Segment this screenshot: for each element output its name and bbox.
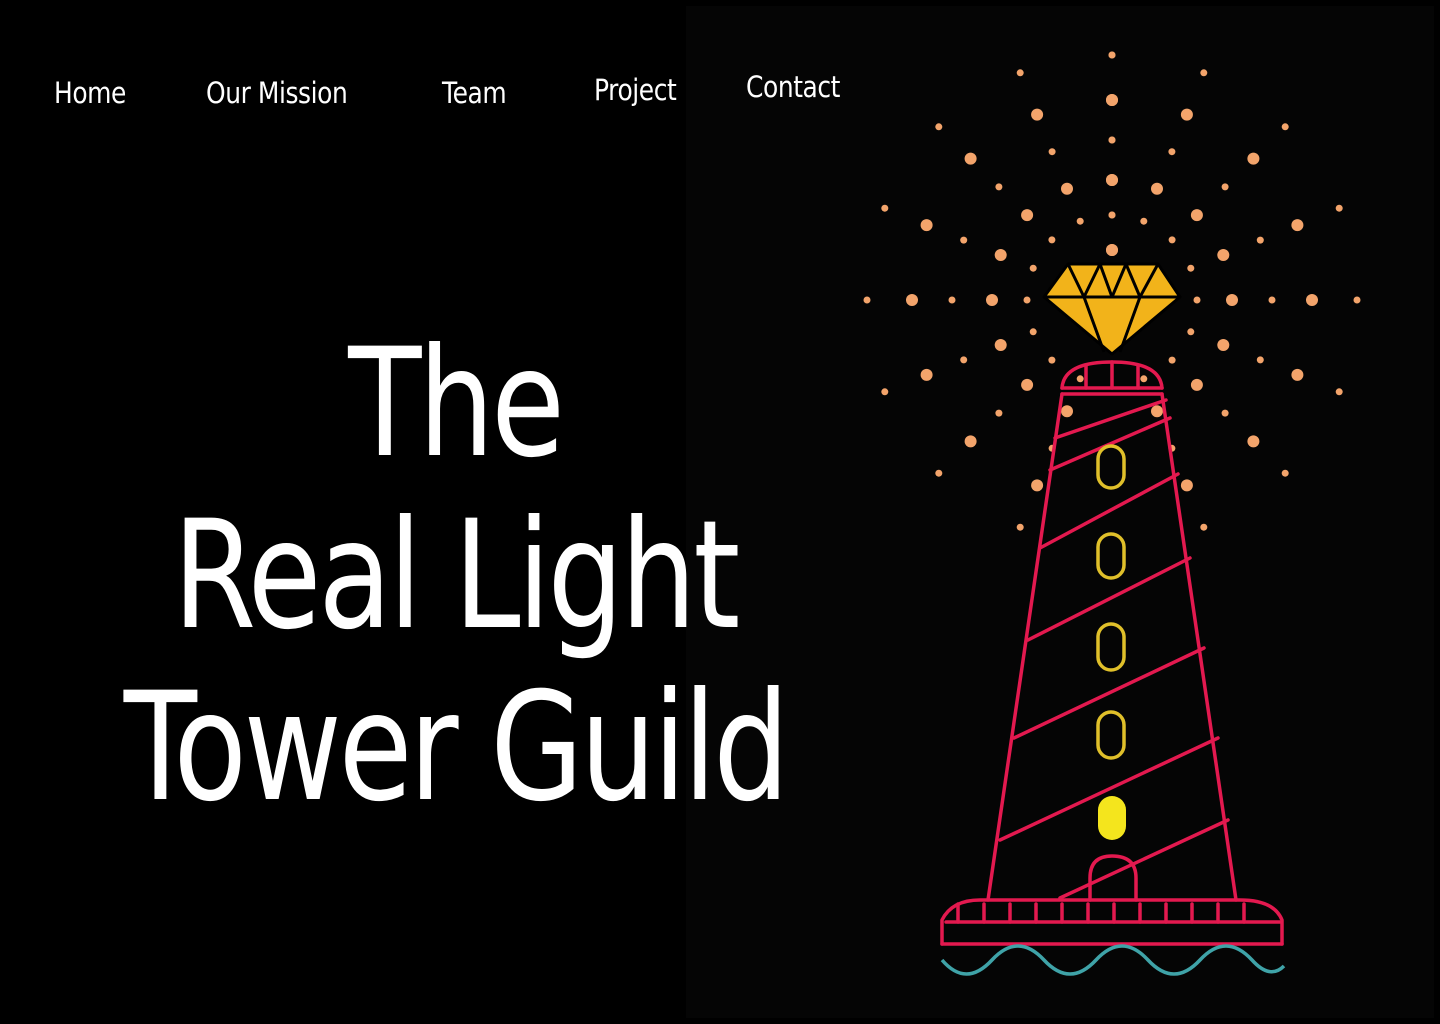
ray-dot — [1200, 523, 1208, 531]
ray-dot — [1108, 136, 1116, 144]
ray-dot — [1021, 378, 1034, 391]
ray-dot — [1106, 94, 1118, 106]
ray-dot — [1106, 244, 1118, 256]
ray-dot — [1140, 375, 1148, 383]
ray-dot — [863, 296, 871, 304]
ray-dot — [986, 294, 998, 306]
ray-dot — [995, 409, 1003, 417]
ray-dot — [1281, 469, 1289, 477]
hero-title-line: Tower Guild — [123, 661, 790, 835]
ray-dot — [1200, 69, 1208, 77]
ray-dot — [1335, 204, 1343, 212]
hero-title-line: Real Light — [172, 489, 741, 663]
ray-dot — [1187, 264, 1195, 272]
ray-dot — [1168, 236, 1176, 244]
ray-dot — [906, 294, 918, 306]
ray-dot — [1247, 152, 1260, 165]
ray-dot — [1221, 409, 1229, 417]
ray-dot — [1029, 328, 1037, 336]
nav-home-link[interactable]: Home — [54, 76, 126, 110]
lighthouse-tower — [940, 360, 1284, 946]
ray-dot — [935, 469, 943, 477]
nav-project-link[interactable]: Project — [594, 73, 677, 107]
ray-dot — [1021, 209, 1034, 222]
ray-dot — [1180, 479, 1193, 492]
waves — [940, 944, 1286, 976]
ray-dot — [964, 152, 977, 165]
ray-dot — [920, 368, 933, 381]
ray-dot — [1281, 123, 1289, 131]
ray-dot — [1221, 183, 1229, 191]
ray-dot — [948, 296, 956, 304]
ray-dot — [1140, 217, 1148, 225]
ray-dot — [1076, 375, 1084, 383]
ray-dot — [1061, 405, 1073, 418]
ray-dot — [1217, 339, 1230, 351]
nav-team-link[interactable]: Team — [442, 76, 507, 110]
ray-dot — [1151, 405, 1163, 418]
ray-dot — [1031, 479, 1044, 492]
ray-dot — [1306, 294, 1318, 306]
ray-dot — [994, 249, 1007, 261]
ray-dot — [1190, 378, 1203, 391]
ray-dot — [881, 388, 889, 396]
ray-dot — [1256, 356, 1264, 364]
ray-dot — [1076, 217, 1084, 225]
ray-dot — [1151, 182, 1163, 195]
ray-dot — [960, 236, 968, 244]
ray-dot — [935, 123, 943, 131]
ray-dot — [995, 183, 1003, 191]
ray-dot — [881, 204, 889, 212]
ray-dot — [1353, 296, 1361, 304]
ray-dot — [1031, 108, 1044, 121]
ray-dot — [1048, 236, 1056, 244]
ray-dot — [1190, 209, 1203, 222]
ray-dot — [1217, 249, 1230, 261]
ray-dot — [1291, 219, 1304, 232]
ray-dot — [1168, 356, 1176, 364]
ray-dot — [1247, 435, 1260, 448]
ray-dot — [920, 219, 933, 232]
lighthouse-illustration — [863, 51, 1361, 976]
ray-dot — [1023, 296, 1031, 304]
ray-dot — [1029, 264, 1037, 272]
ray-dot — [1168, 148, 1176, 156]
ray-dot — [1048, 148, 1056, 156]
ray-dot — [1268, 296, 1276, 304]
lit-window — [1098, 796, 1126, 840]
ray-dot — [1108, 51, 1116, 59]
ray-dot — [1061, 182, 1073, 195]
ray-dot — [1016, 523, 1024, 531]
ray-dot — [1108, 211, 1116, 219]
nav-our-mission-link[interactable]: Our Mission — [206, 76, 348, 110]
ray-dot — [1335, 388, 1343, 396]
ray-dot — [960, 356, 968, 364]
ray-dot — [1256, 236, 1264, 244]
ray-dot — [1016, 69, 1024, 77]
hero-title: The Real Light Tower Guild — [40, 318, 870, 834]
ray-dot — [1106, 174, 1118, 186]
ray-dot — [1226, 294, 1238, 306]
ray-dot — [1291, 368, 1304, 381]
hero-title-line: The — [348, 317, 565, 491]
diamond-light-icon — [1042, 262, 1182, 356]
ray-dot — [964, 435, 977, 448]
ray-dot — [1193, 296, 1201, 304]
ray-dot — [1048, 356, 1056, 364]
ray-dot — [1187, 328, 1195, 336]
ray-dot — [1180, 108, 1193, 121]
ray-dot — [994, 339, 1007, 351]
